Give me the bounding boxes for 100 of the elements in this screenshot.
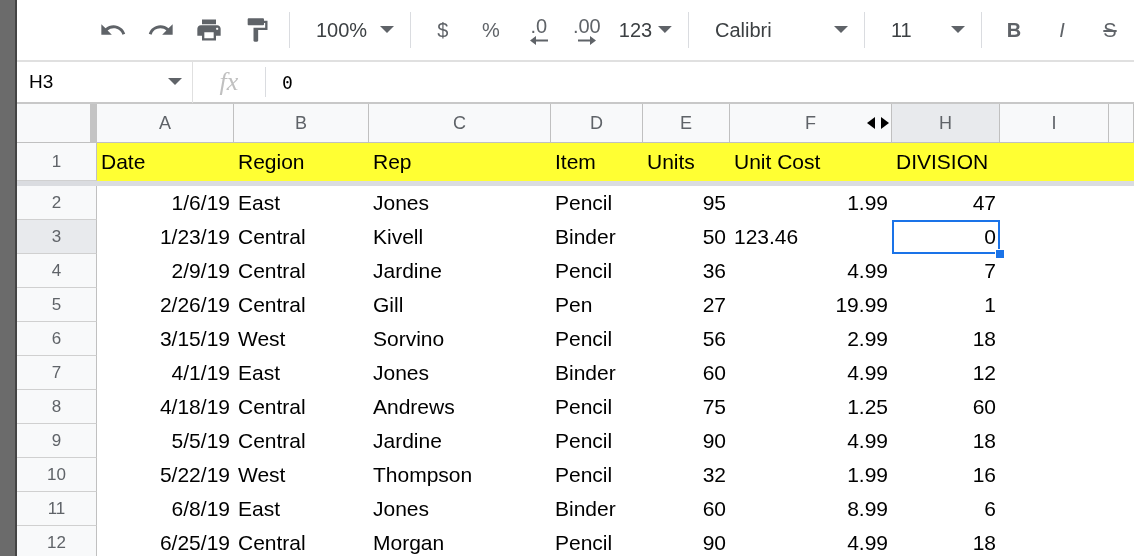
row-header[interactable]: 12 — [17, 526, 97, 556]
table-cell: Pencil — [555, 259, 613, 283]
table-cell: 36 — [702, 259, 726, 283]
table-cell: Binder — [555, 361, 616, 385]
table-cell: 60 — [702, 497, 726, 521]
caret-icon — [658, 26, 672, 34]
table-cell: Kivell — [373, 225, 424, 249]
table-cell: 95 — [702, 191, 726, 215]
formula-field[interactable]: 0 — [266, 71, 293, 93]
table-cell: Central — [238, 293, 306, 317]
table-cell: 4.99 — [847, 259, 888, 283]
table-cell: 27 — [702, 293, 726, 317]
table-cell: Jones — [373, 191, 430, 215]
column-title: Date — [97, 143, 234, 181]
table-cell: 1/6/19 — [171, 191, 230, 215]
column-header[interactable]: A — [97, 104, 234, 143]
column-title: DIVISION — [892, 143, 1000, 181]
strike-button[interactable]: S — [1094, 13, 1126, 47]
table-cell: 12 — [972, 361, 996, 385]
table-cell: 47 — [972, 191, 996, 215]
table-cell: 56 — [702, 327, 726, 351]
name-box[interactable]: H3 — [17, 61, 193, 103]
table-cell: 1.99 — [847, 463, 888, 487]
table-cell: Pencil — [555, 191, 613, 215]
table-cell: East — [238, 191, 281, 215]
table-cell: 3/15/19 — [159, 327, 230, 351]
table-cell: Binder — [555, 225, 616, 249]
row-header[interactable]: 6 — [17, 322, 97, 356]
table-cell: 5/22/19 — [159, 463, 230, 487]
column-header[interactable]: E — [643, 104, 730, 143]
caret-icon — [168, 78, 182, 86]
table-cell: Pencil — [555, 327, 613, 351]
table-cell: 2.99 — [847, 327, 888, 351]
table-cell: 1/23/19 — [159, 225, 230, 249]
row-header[interactable]: 9 — [17, 424, 97, 458]
caret-icon — [834, 26, 848, 34]
table-cell: Central — [238, 225, 306, 249]
caret-icon — [379, 26, 394, 34]
table-cell: Pen — [555, 293, 593, 317]
table-cell: Jones — [373, 361, 430, 385]
table-cell: 75 — [702, 395, 726, 419]
row-header[interactable]: 10 — [17, 458, 97, 492]
table-cell: 4/18/19 — [159, 395, 230, 419]
hidden-column-arrows-icon[interactable] — [867, 117, 889, 129]
format-button[interactable]: % — [474, 13, 507, 47]
row-header[interactable]: 11 — [17, 492, 97, 526]
column-header[interactable]: F — [730, 104, 892, 143]
row-header[interactable]: 4 — [17, 254, 97, 288]
fx-label: fx — [193, 67, 266, 97]
table-cell: 123.46 — [734, 225, 799, 249]
row-header[interactable]: 8 — [17, 390, 97, 424]
table-cell: East — [238, 361, 281, 385]
table-cell: 4.99 — [847, 429, 888, 453]
italic-button[interactable]: I — [1046, 13, 1078, 47]
decimal-button[interactable]: .00 — [570, 13, 603, 47]
dropdown-button[interactable]: Calibri — [704, 13, 848, 47]
table-cell: 18 — [972, 429, 996, 453]
table-cell: Central — [238, 395, 306, 419]
table-cell: 8.99 — [847, 497, 888, 521]
dropdown-button[interactable]: 100% — [305, 13, 394, 47]
table-cell: 6/25/19 — [159, 531, 230, 555]
table-cell: 18 — [972, 531, 996, 555]
column-header[interactable]: B — [234, 104, 369, 143]
table-cell: Jardine — [373, 259, 442, 283]
decimal-button[interactable]: .0 — [522, 13, 555, 47]
dropdown-button[interactable]: 123 — [618, 13, 672, 47]
table-cell: 0 — [984, 225, 996, 249]
arrow-icon — [529, 35, 548, 45]
table-cell: Gill — [373, 293, 404, 317]
row-header[interactable]: 3 — [17, 220, 97, 254]
row-header[interactable]: 1 — [17, 143, 97, 181]
column-header[interactable]: I — [1000, 104, 1109, 143]
table-cell: 4.99 — [847, 361, 888, 385]
table-cell: 2/9/19 — [171, 259, 230, 283]
table-cell: 6/8/19 — [171, 497, 230, 521]
column-title: Rep — [369, 143, 551, 181]
row-header[interactable]: 5 — [17, 288, 97, 322]
table-cell: 19.99 — [835, 293, 888, 317]
table-cell: Central — [238, 259, 306, 283]
column-header[interactable]: H — [892, 104, 1000, 143]
table-cell: Morgan — [373, 531, 445, 555]
column-header[interactable]: C — [369, 104, 551, 143]
table-cell: 5/5/19 — [171, 429, 230, 453]
table-cell: Thompson — [373, 463, 473, 487]
column-title: Item — [551, 143, 643, 181]
table-cell: 18 — [972, 327, 996, 351]
table-cell: Jones — [373, 497, 430, 521]
dropdown-button[interactable]: 11 — [880, 13, 966, 47]
fill-handle[interactable] — [995, 249, 1005, 259]
row-header[interactable]: 7 — [17, 356, 97, 390]
table-cell: Sorvino — [373, 327, 445, 351]
format-button[interactable]: $ — [426, 13, 459, 47]
table-cell: Pencil — [555, 463, 613, 487]
column-header[interactable]: D — [551, 104, 643, 143]
row-header[interactable]: 2 — [17, 186, 97, 220]
table-cell: East — [238, 497, 281, 521]
table-cell: 16 — [972, 463, 996, 487]
table-cell: 90 — [702, 531, 726, 555]
column-title: Units — [643, 143, 730, 181]
bold-button[interactable]: B — [998, 13, 1030, 47]
